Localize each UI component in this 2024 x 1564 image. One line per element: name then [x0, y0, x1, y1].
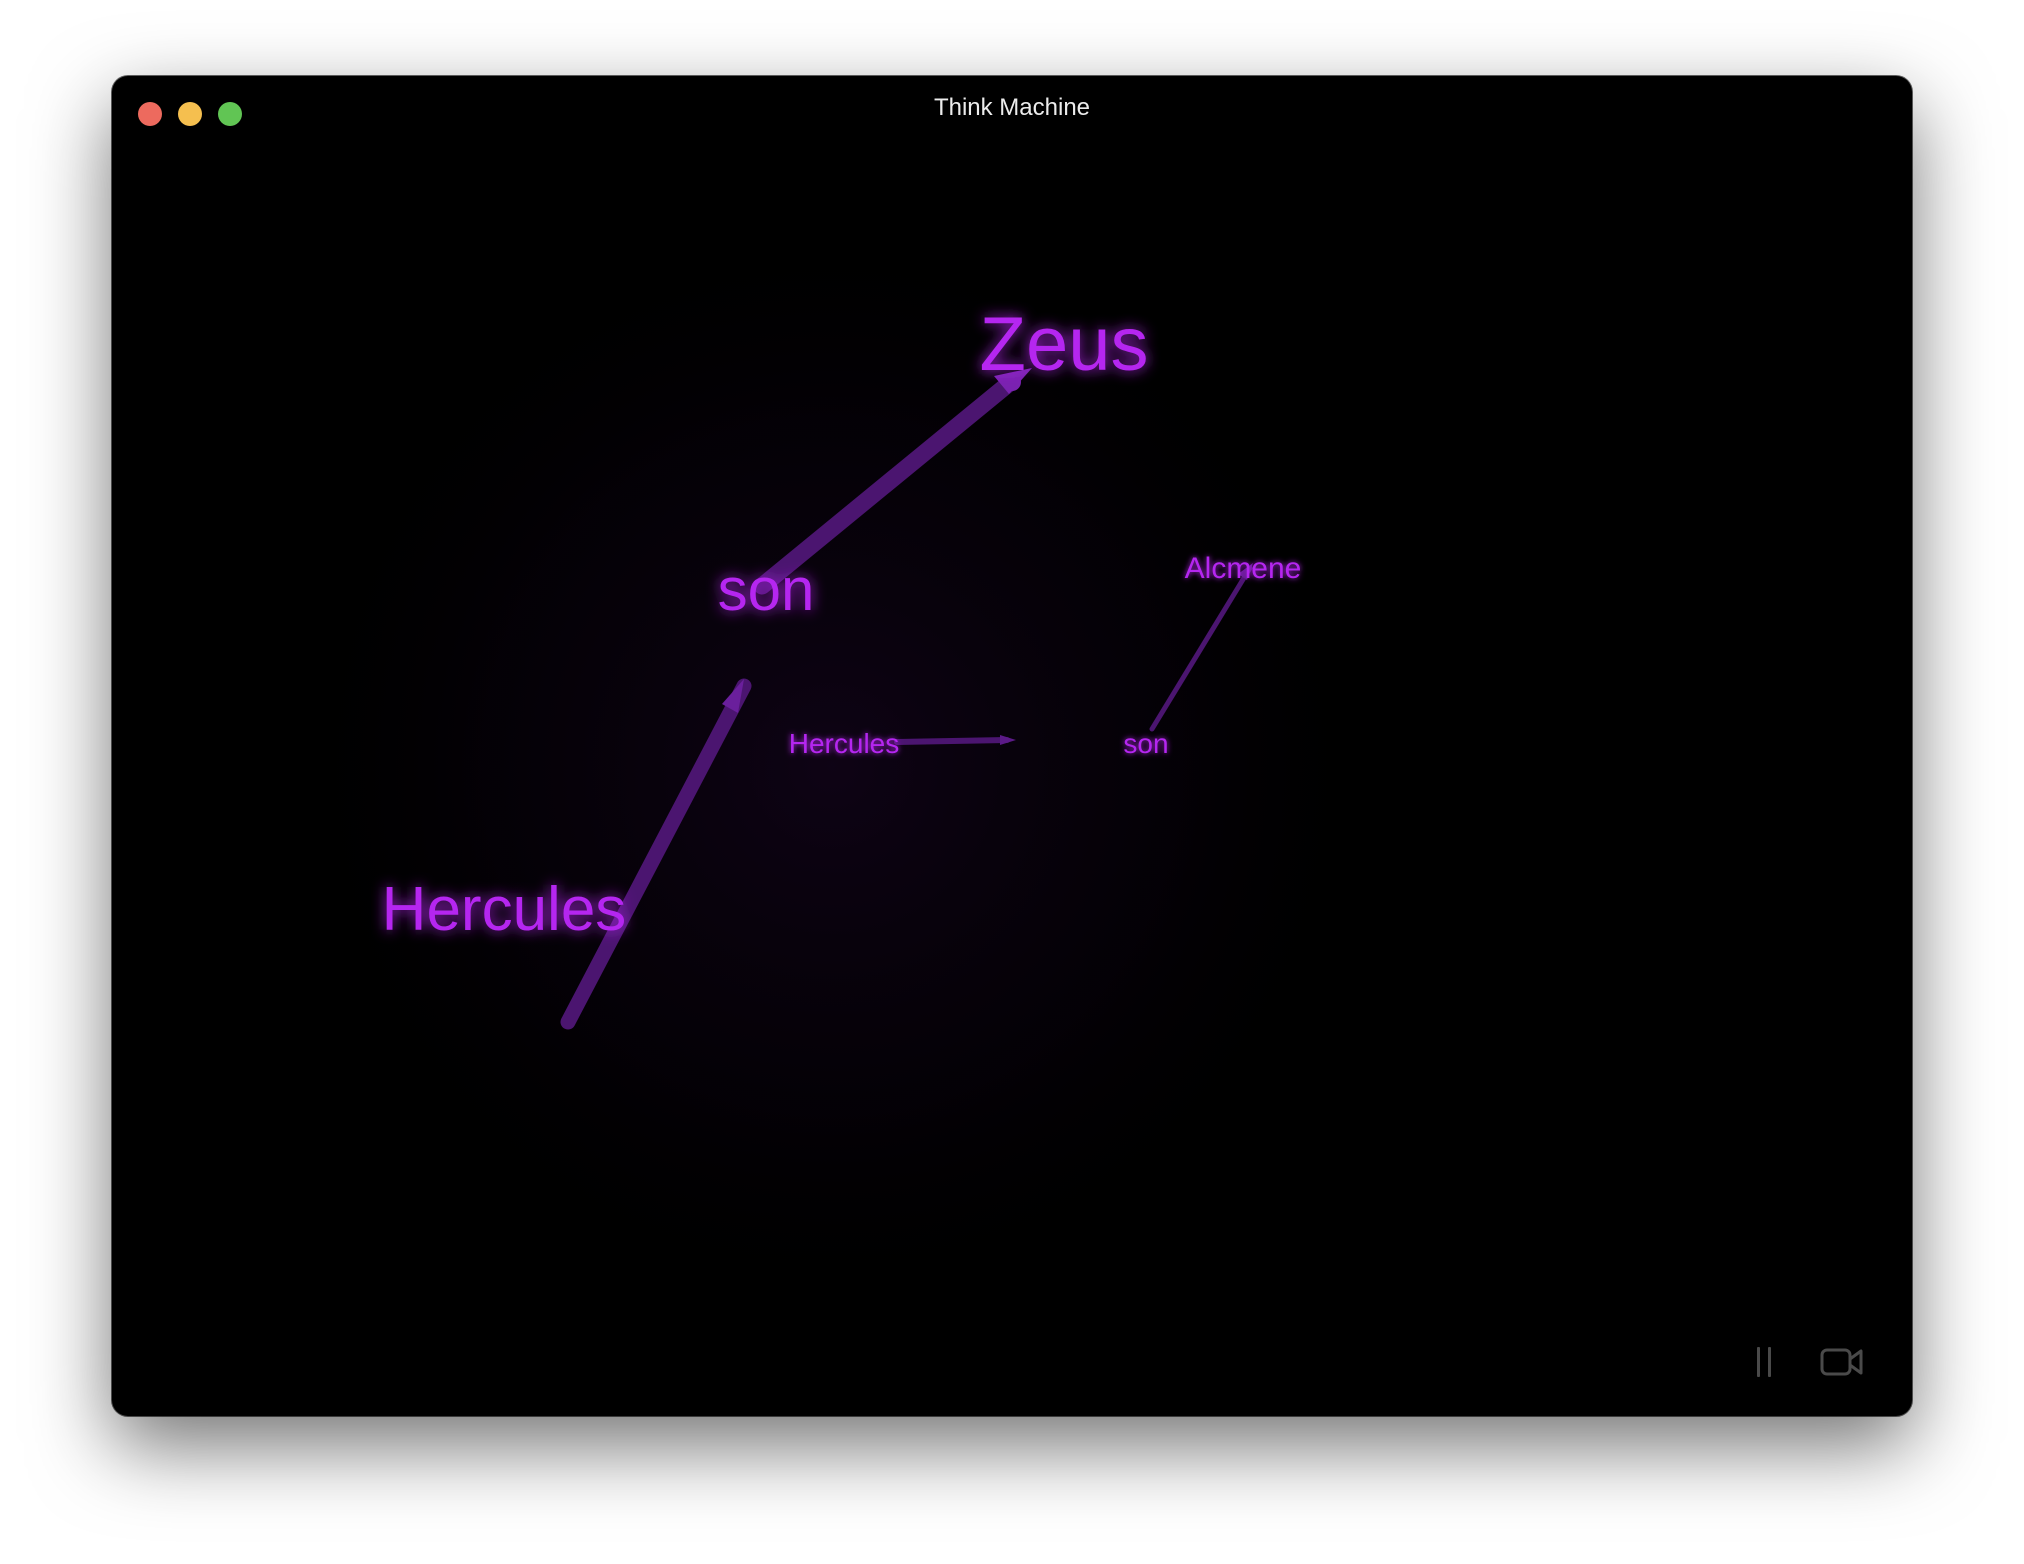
background-glow: [272, 206, 1392, 1326]
graph-canvas[interactable]: Zeus son Hercules Alcmene Hercules son: [112, 76, 1912, 1416]
app-window: Zeus son Hercules Alcmene Hercules son T…: [112, 76, 1912, 1416]
video-camera-icon[interactable]: [1820, 1345, 1864, 1379]
title-bar[interactable]: Think Machine: [112, 76, 1912, 140]
node-son-small[interactable]: son: [1123, 728, 1168, 759]
node-son-large[interactable]: son: [718, 556, 815, 623]
node-hercules-large[interactable]: Hercules: [382, 875, 627, 944]
playback-controls: [1750, 1342, 1864, 1382]
node-hercules-small[interactable]: Hercules: [789, 728, 899, 759]
pause-icon[interactable]: [1750, 1345, 1780, 1379]
window-title: Think Machine: [933, 94, 1091, 121]
node-alcmene[interactable]: Alcmene: [1185, 552, 1302, 585]
node-zeus[interactable]: Zeus: [980, 302, 1149, 387]
